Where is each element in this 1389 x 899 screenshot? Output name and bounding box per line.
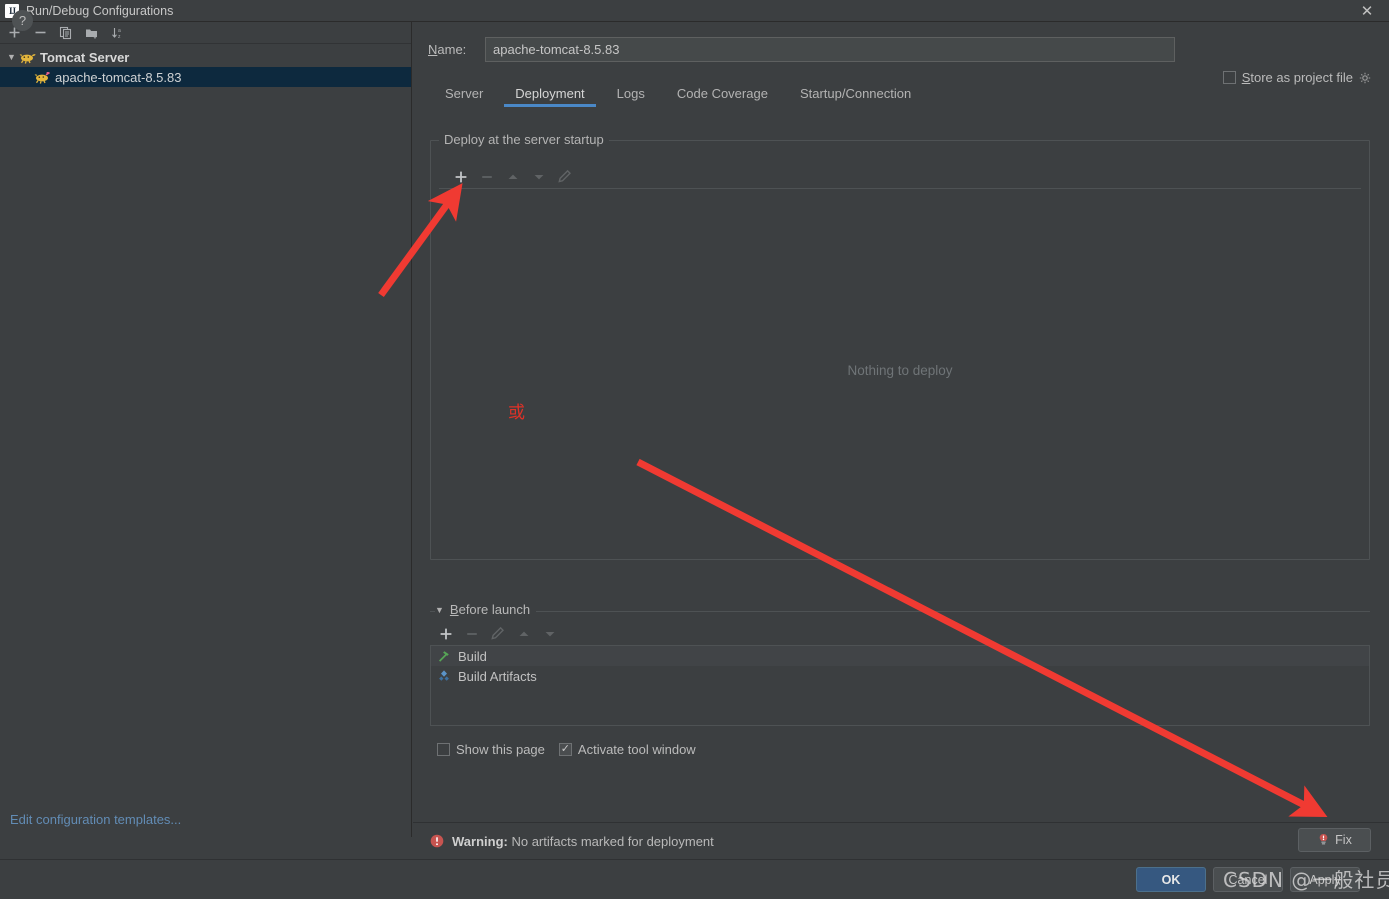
- warning-text: Warning: No artifacts marked for deploym…: [452, 834, 714, 849]
- list-item[interactable]: Build: [431, 646, 1369, 666]
- fix-button[interactable]: Fix: [1298, 828, 1371, 852]
- remove-configuration-button[interactable]: [29, 23, 51, 43]
- activate-tool-window-checkbox[interactable]: ✓ Activate tool window: [558, 742, 696, 757]
- move-up-button[interactable]: [504, 168, 521, 185]
- tree-item-label: apache-tomcat-8.5.83: [55, 69, 182, 85]
- show-this-page-box[interactable]: [437, 743, 450, 756]
- nothing-to-deploy-label: Nothing to deploy: [847, 362, 953, 378]
- tree-item-apache-tomcat[interactable]: apache-tomcat-8.5.83: [0, 67, 411, 87]
- name-input[interactable]: [485, 36, 1175, 62]
- show-this-page-checkbox[interactable]: Show this page: [437, 742, 545, 757]
- store-as-project-file-label: Store as project file: [1241, 70, 1353, 85]
- list-item-label: Build: [458, 648, 487, 664]
- tomcat-icon: [19, 54, 36, 64]
- list-item-label: Build Artifacts: [458, 668, 537, 684]
- deployment-list[interactable]: Nothing to deploy: [439, 189, 1361, 551]
- list-item[interactable]: Build Artifacts: [431, 666, 1369, 686]
- window-titlebar: IJ Run/Debug Configurations ✕: [0, 0, 1389, 22]
- tab-logs[interactable]: Logs: [603, 82, 659, 107]
- remove-artifact-button[interactable]: [478, 168, 495, 185]
- hammer-icon: [439, 651, 449, 662]
- store-as-project-file-box[interactable]: [1222, 71, 1236, 84]
- store-as-project-file-checkbox[interactable]: Store as project file: [1222, 70, 1371, 85]
- copy-configuration-button[interactable]: [55, 23, 77, 43]
- activate-tool-window-box[interactable]: ✓: [558, 743, 572, 756]
- name-row: Name:: [428, 35, 1389, 63]
- tab-startup-connection[interactable]: Startup/Connection: [786, 82, 925, 107]
- fix-button-label: Fix: [1335, 833, 1352, 847]
- move-down-button[interactable]: [530, 168, 547, 185]
- cancel-button[interactable]: Cancel: [1213, 867, 1283, 892]
- before-launch-header[interactable]: ▼ Before launch: [435, 602, 537, 617]
- tree-group-label: Tomcat Server: [40, 49, 130, 65]
- activate-tool-window-label: Activate tool window: [577, 742, 696, 757]
- warning-bar: Warning: No artifacts marked for deploym…: [413, 822, 1389, 859]
- folder-add-icon[interactable]: [81, 23, 103, 43]
- lightbulb-error-icon: [1319, 834, 1328, 845]
- tab-code-coverage[interactable]: Code Coverage: [663, 82, 782, 107]
- tab-deployment[interactable]: Deployment: [501, 82, 598, 107]
- window-title: Run/Debug Configurations: [26, 3, 174, 18]
- before-launch-list[interactable]: Build Build Artifacts: [430, 646, 1370, 726]
- task-move-up-button[interactable]: [515, 625, 532, 642]
- warning-message: No artifacts marked for deployment: [511, 833, 714, 849]
- edit-artifact-button[interactable]: [556, 168, 573, 185]
- ok-button[interactable]: OK: [1136, 867, 1206, 892]
- show-this-page-label: Show this page: [456, 742, 545, 757]
- task-move-down-button[interactable]: [541, 625, 558, 642]
- svg-text:z: z: [118, 34, 121, 40]
- annotation-chinese-or: 或: [508, 403, 525, 423]
- before-launch-divider: [430, 611, 1370, 612]
- close-icon[interactable]: ✕: [1345, 0, 1389, 22]
- before-launch-toolbar: [430, 622, 1370, 646]
- error-circle-icon: [430, 834, 444, 848]
- artifact-diamond-icon: [439, 670, 449, 681]
- edit-task-button[interactable]: [489, 625, 506, 642]
- chevron-down-icon[interactable]: ▼: [4, 52, 19, 62]
- before-launch-options: Show this page ✓ Activate tool window: [437, 742, 696, 757]
- apply-button[interactable]: Apply: [1290, 867, 1360, 892]
- gear-icon[interactable]: [1359, 72, 1371, 84]
- edit-configuration-templates-link[interactable]: Edit configuration templates...: [10, 812, 181, 827]
- remove-task-button[interactable]: [463, 625, 480, 642]
- add-task-button[interactable]: [437, 625, 454, 642]
- sort-alpha-icon[interactable]: a z: [107, 23, 129, 43]
- deployment-toolbar: [439, 165, 1361, 189]
- sidebar-toolbar: a z: [0, 22, 411, 44]
- deploy-group-label: Deploy at the server startup: [439, 132, 609, 147]
- configurations-tree: ▼ Tomcat Server apache-tomcat-8.5.83: [0, 44, 411, 87]
- name-label: Name:: [428, 41, 467, 57]
- tab-server[interactable]: Server: [431, 82, 497, 107]
- before-launch-title: Before launch: [449, 602, 531, 617]
- warning-prefix: Warning:: [452, 833, 508, 849]
- help-button[interactable]: ?: [12, 10, 33, 31]
- before-launch-section: ▼ Before launch Build Build Artifacts: [430, 602, 1370, 727]
- add-artifact-button[interactable]: [452, 168, 469, 185]
- tree-group-tomcat-server[interactable]: ▼ Tomcat Server: [0, 47, 411, 67]
- chevron-down-icon[interactable]: ▼: [435, 605, 444, 615]
- deploy-at-startup-group: Deploy at the server startup Nothing to …: [430, 132, 1370, 560]
- tomcat-config-icon: [34, 71, 50, 84]
- configurations-sidebar: a z ▼ Tomcat Server apache-tomcat-8.5.83…: [0, 22, 412, 837]
